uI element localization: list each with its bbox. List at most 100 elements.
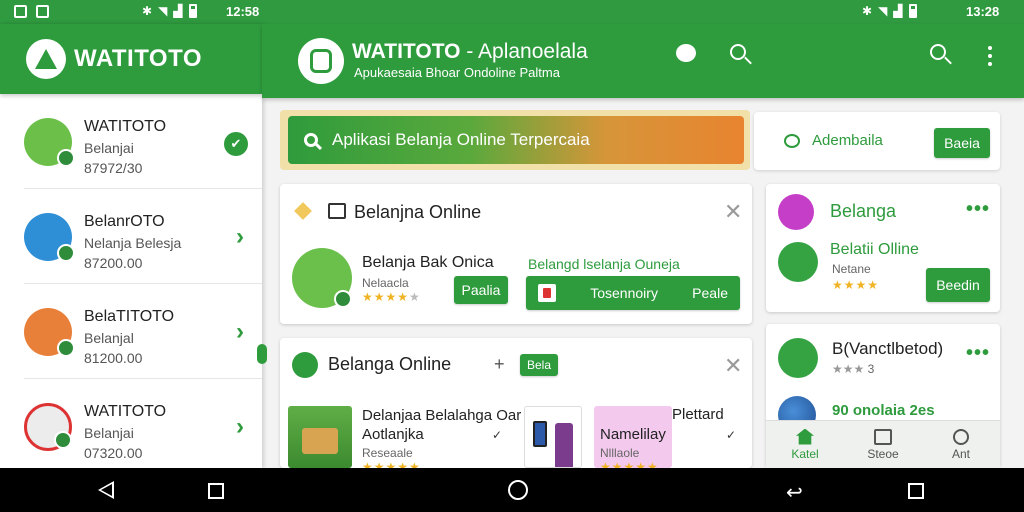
store-icon [874,428,892,445]
badge-icon [57,149,75,167]
app-name: Belanja Bak Onica [362,254,494,271]
cart-icon [538,284,556,302]
close-icon[interactable]: ✕ [724,353,742,379]
install-button[interactable]: Beedin [926,268,990,302]
recents-icon[interactable] [208,483,224,499]
tag-button[interactable]: Bela [520,354,558,376]
product-title-line: Delanjaa Belalahga Oar [362,407,522,424]
drawer-item[interactable]: BelaTITOTO Belanjal 81200.00 › [24,284,262,379]
app-subtitle: Netane [832,262,871,276]
more-vert-icon[interactable] [988,46,992,66]
product-title: Plettard [672,406,724,423]
product-thumbnail[interactable] [524,406,582,468]
side-card: Belanga ••• Belatii Olline Netane ★★★★ B… [766,184,1000,312]
store-icon [328,203,346,219]
item-value: 87972/30 [84,160,143,176]
signal-icon: ▟ [893,4,903,18]
chevron-right-icon[interactable]: › [236,318,244,346]
nav-item-account[interactable]: Ant [922,421,1000,468]
card-title: Belanga [830,201,897,221]
app-logo-icon [298,38,344,84]
card-title: Belanga Online [328,354,452,374]
item-title: WATITOTO [84,118,167,135]
product-subtitle: Reseaale [362,446,413,460]
app-notification-icon [36,5,49,18]
drawer-item[interactable]: BelanrOTO Nelanja Belesja 87200.00 › [24,189,262,284]
item-title: BelaTITOTO [84,308,175,325]
app-icon [778,242,818,282]
app-title: WATITOTO - Aplanoelala [352,40,588,64]
eye-icon [784,134,800,148]
product-title: Namelilay [600,426,666,443]
bag-icon [778,194,814,230]
rating-stars: ★★★★ [832,278,880,292]
diamond-icon [294,202,312,220]
system-navigation-bar: ↩ [0,468,1024,512]
shop-button[interactable]: Tosennoiry Peale [526,276,740,310]
drawer-header: WATITOTO [0,24,262,94]
badge-icon [334,290,352,308]
promo-label: Adembaila [812,132,883,149]
bluetooth-icon: ✱ [142,4,153,18]
promo-card: Adembaila Baeia [754,112,1000,170]
item-value: 07320.00 [84,445,143,461]
search-icon[interactable] [730,44,746,60]
close-icon[interactable]: ✕ [724,199,742,225]
wifi-icon: ◥ [158,4,168,18]
app-bar: WATITOTO - Aplanoelala Apukaesaia Bhoar … [262,24,1024,98]
avatar [24,213,75,262]
item-subtitle: Belanjal [84,330,134,346]
battery-icon [188,4,197,18]
drawer-item[interactable]: WATITOTO Belanjai 07320.00 › [24,379,262,474]
return-icon[interactable]: ↩ [786,480,803,505]
chevron-down-icon[interactable]: ✓ [492,428,502,442]
chevron-right-icon[interactable]: › [236,223,244,251]
store-icon [292,352,318,378]
rating-stars: ★★★ 3 [832,362,875,376]
promo-link[interactable]: Belangd lselanja Ouneja [528,256,680,272]
install-button[interactable]: Paalia [454,276,508,304]
drawer-list: WATITOTO Belanjai 87972/30 ✔ BelanrOTO N… [0,94,262,474]
nav-label: Katel [791,446,819,461]
nav-item-store[interactable]: Steoe [844,421,922,468]
item-subtitle: Nelanja Belesja [84,235,182,251]
item-title: WATITOTO [84,403,167,420]
app-logo-icon [26,39,66,79]
signal-icon: ▟ [173,4,183,18]
rating-value: 3 [867,362,875,376]
search-icon[interactable] [930,44,946,60]
image-notification-icon [14,5,27,18]
back-icon[interactable] [98,481,114,499]
nav-label: Ant [951,446,970,461]
more-horiz-icon[interactable]: ••• [966,198,990,221]
app-name: Belatii Olline [830,241,919,258]
battery-icon [908,4,917,18]
drawer-handle[interactable] [257,344,267,364]
card-footer-text: 90 onolaia 2es [832,402,935,419]
add-icon[interactable]: + [494,354,505,375]
avatar [24,118,75,167]
home-button-icon[interactable] [508,480,528,500]
promo-button[interactable]: Baeia [934,128,990,158]
home-icon [796,428,814,445]
account-icon [953,428,969,445]
app-title-bold: WATITOTO [352,40,461,63]
badge-icon [57,339,75,357]
bluetooth-icon: ✱ [862,4,873,18]
recents-icon[interactable] [908,483,924,499]
nav-label: Steoe [867,446,899,461]
sheep-app-icon [292,248,352,308]
search-bar[interactable]: Aplikasi Belanja Online Terpercaia [288,116,744,164]
item-subtitle: Belanjai [84,425,134,441]
app-subtitle: Apukaesaia Bhoar Ondoline Paltma [354,65,560,80]
shop-button-label: Tosennoiry [590,285,658,301]
nav-item-home[interactable]: Katel [766,421,844,468]
chevron-right-icon[interactable]: › [236,413,244,441]
chevron-down-icon[interactable]: ✓ [726,428,736,442]
card-title: B(Vanctlbetod) [832,339,944,358]
check-icon[interactable]: ✔ [224,132,248,156]
more-horiz-icon[interactable]: ••• [966,342,990,365]
chat-icon[interactable] [676,44,696,62]
drawer-item[interactable]: WATITOTO Belanjai 87972/30 ✔ [24,94,262,189]
product-thumbnail[interactable] [288,406,352,468]
